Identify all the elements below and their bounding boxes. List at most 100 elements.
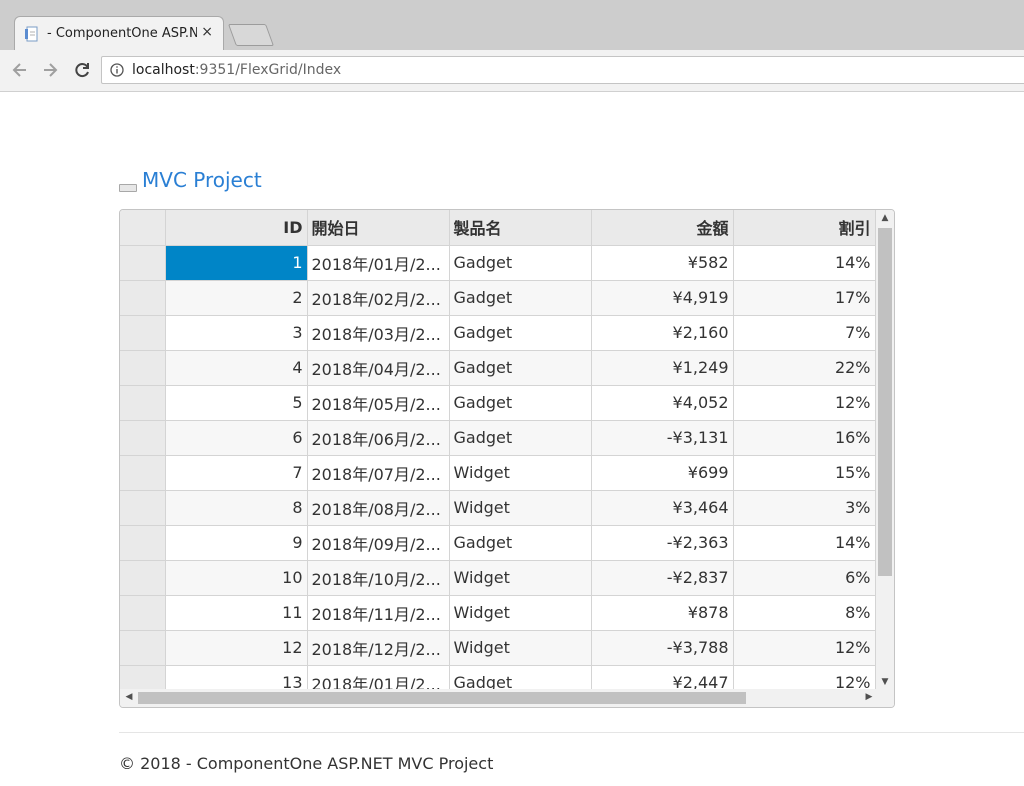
table-row[interactable]: 1 2018年/01月/2... Gadget ¥582 14% — [120, 245, 876, 281]
table-row[interactable]: 3 2018年/03月/2... Gadget ¥2,160 7% — [120, 315, 876, 351]
cell-start-date[interactable]: 2018年/06月/2... — [307, 420, 450, 456]
column-header-discount[interactable]: 割引 — [733, 210, 876, 246]
close-tab-icon[interactable]: × — [201, 24, 213, 40]
table-row[interactable]: 4 2018年/04月/2... Gadget ¥1,249 22% — [120, 350, 876, 386]
table-row[interactable]: 11 2018年/11月/2... Widget ¥878 8% — [120, 595, 876, 631]
flex-grid[interactable]: ID 開始日 製品名 金額 割引 1 2018年/01月/2... Gadget ¥5… — [119, 209, 895, 708]
cell-discount[interactable]: 16% — [733, 420, 876, 456]
table-row[interactable]: 10 2018年/10月/2... Widget -¥2,837 6% — [120, 560, 876, 596]
cell-id[interactable]: 7 — [165, 455, 308, 491]
column-header-start-date[interactable]: 開始日 — [307, 210, 450, 246]
row-header[interactable] — [120, 385, 166, 421]
cell-id[interactable]: 4 — [165, 350, 308, 386]
cell-product[interactable]: Gadget — [449, 350, 592, 386]
table-row[interactable]: 9 2018年/09月/2... Gadget -¥2,363 14% — [120, 525, 876, 561]
new-tab-button[interactable] — [227, 24, 275, 46]
cell-amount[interactable]: ¥699 — [591, 455, 734, 491]
cell-start-date[interactable]: 2018年/04月/2... — [307, 350, 450, 386]
cell-amount[interactable]: -¥2,837 — [591, 560, 734, 596]
column-header-amount[interactable]: 金額 — [591, 210, 734, 246]
cell-product[interactable]: Gadget — [449, 525, 592, 561]
cell-product[interactable]: Widget — [449, 595, 592, 631]
cell-start-date[interactable]: 2018年/01月/2... — [307, 245, 450, 281]
table-row[interactable]: 6 2018年/06月/2... Gadget -¥3,131 16% — [120, 420, 876, 456]
cell-discount[interactable]: 14% — [733, 245, 876, 281]
table-row[interactable]: 2 2018年/02月/2... Gadget ¥4,919 17% — [120, 280, 876, 316]
column-header-id[interactable]: ID — [165, 210, 308, 246]
cell-amount[interactable]: ¥3,464 — [591, 490, 734, 526]
cell-product[interactable]: Widget — [449, 560, 592, 596]
table-row[interactable]: 8 2018年/08月/2... Widget ¥3,464 3% — [120, 490, 876, 526]
cell-start-date[interactable]: 2018年/08月/2... — [307, 490, 450, 526]
cell-id[interactable]: 8 — [165, 490, 308, 526]
cell-id[interactable]: 9 — [165, 525, 308, 561]
vertical-scroll-thumb[interactable] — [878, 228, 892, 576]
cell-start-date[interactable]: 2018年/05月/2... — [307, 385, 450, 421]
cell-product[interactable]: Gadget — [449, 385, 592, 421]
row-header[interactable] — [120, 525, 166, 561]
navbar-toggle-button[interactable] — [119, 184, 137, 192]
cell-product[interactable]: Gadget — [449, 315, 592, 351]
reload-icon[interactable] — [72, 60, 92, 80]
row-header[interactable] — [120, 315, 166, 351]
cell-start-date[interactable]: 2018年/07月/2... — [307, 455, 450, 491]
cell-amount[interactable]: -¥2,363 — [591, 525, 734, 561]
cell-start-date[interactable]: 2018年/03月/2... — [307, 315, 450, 351]
row-header[interactable] — [120, 350, 166, 386]
row-header[interactable] — [120, 420, 166, 456]
table-row[interactable]: 12 2018年/12月/2... Widget -¥3,788 12% — [120, 630, 876, 666]
cell-id[interactable]: 1 — [165, 245, 308, 281]
cell-amount[interactable]: ¥582 — [591, 245, 734, 281]
cell-id[interactable]: 12 — [165, 630, 308, 666]
info-icon[interactable] — [110, 63, 124, 77]
cell-product[interactable]: Gadget — [449, 245, 592, 281]
cell-discount[interactable]: 14% — [733, 525, 876, 561]
row-header[interactable] — [120, 455, 166, 491]
cell-start-date[interactable]: 2018年/12月/2... — [307, 630, 450, 666]
cell-start-date[interactable]: 2018年/11月/2... — [307, 595, 450, 631]
arrow-right-icon[interactable] — [40, 60, 60, 80]
scroll-up-icon[interactable]: ▲ — [876, 213, 894, 223]
cell-start-date[interactable]: 2018年/09月/2... — [307, 525, 450, 561]
cell-id[interactable]: 6 — [165, 420, 308, 456]
horizontal-scroll-thumb[interactable] — [138, 692, 746, 704]
cell-amount[interactable]: ¥4,052 — [591, 385, 734, 421]
cell-discount[interactable]: 8% — [733, 595, 876, 631]
cell-product[interactable]: Gadget — [449, 420, 592, 456]
cell-discount[interactable]: 6% — [733, 560, 876, 596]
cell-discount[interactable]: 17% — [733, 280, 876, 316]
cell-discount[interactable]: 15% — [733, 455, 876, 491]
row-header[interactable] — [120, 630, 166, 666]
cell-amount[interactable]: ¥1,249 — [591, 350, 734, 386]
cell-product[interactable]: Widget — [449, 490, 592, 526]
cell-amount[interactable]: ¥878 — [591, 595, 734, 631]
cell-product[interactable]: Widget — [449, 455, 592, 491]
cell-start-date[interactable]: 2018年/02月/2... — [307, 280, 450, 316]
table-row[interactable]: 5 2018年/05月/2... Gadget ¥4,052 12% — [120, 385, 876, 421]
cell-product[interactable]: Widget — [449, 630, 592, 666]
vertical-scrollbar[interactable]: ▲ ▼ — [876, 210, 894, 690]
row-header[interactable] — [120, 280, 166, 316]
scroll-down-icon[interactable]: ▼ — [876, 677, 894, 687]
cell-amount[interactable]: ¥2,160 — [591, 315, 734, 351]
cell-discount[interactable]: 12% — [733, 385, 876, 421]
cell-amount[interactable]: -¥3,131 — [591, 420, 734, 456]
cell-amount[interactable]: -¥3,788 — [591, 630, 734, 666]
brand-link[interactable]: MVC Project — [142, 168, 262, 192]
cell-id[interactable]: 11 — [165, 595, 308, 631]
cell-discount[interactable]: 12% — [733, 630, 876, 666]
horizontal-scrollbar[interactable]: ◀ ▶ — [120, 689, 878, 707]
column-header-product[interactable]: 製品名 — [449, 210, 592, 246]
address-bar[interactable]: localhost:9351/FlexGrid/Index — [101, 56, 1024, 84]
row-header[interactable] — [120, 595, 166, 631]
row-header[interactable] — [120, 245, 166, 281]
top-left-cell[interactable] — [120, 210, 166, 246]
scroll-left-icon[interactable]: ◀ — [120, 692, 138, 702]
cell-id[interactable]: 10 — [165, 560, 308, 596]
cell-discount[interactable]: 7% — [733, 315, 876, 351]
table-row[interactable]: 7 2018年/07月/2... Widget ¥699 15% — [120, 455, 876, 491]
browser-tab[interactable]: - ComponentOne ASP.NE × — [14, 16, 224, 50]
cell-id[interactable]: 3 — [165, 315, 308, 351]
cell-product[interactable]: Gadget — [449, 280, 592, 316]
cell-discount[interactable]: 22% — [733, 350, 876, 386]
